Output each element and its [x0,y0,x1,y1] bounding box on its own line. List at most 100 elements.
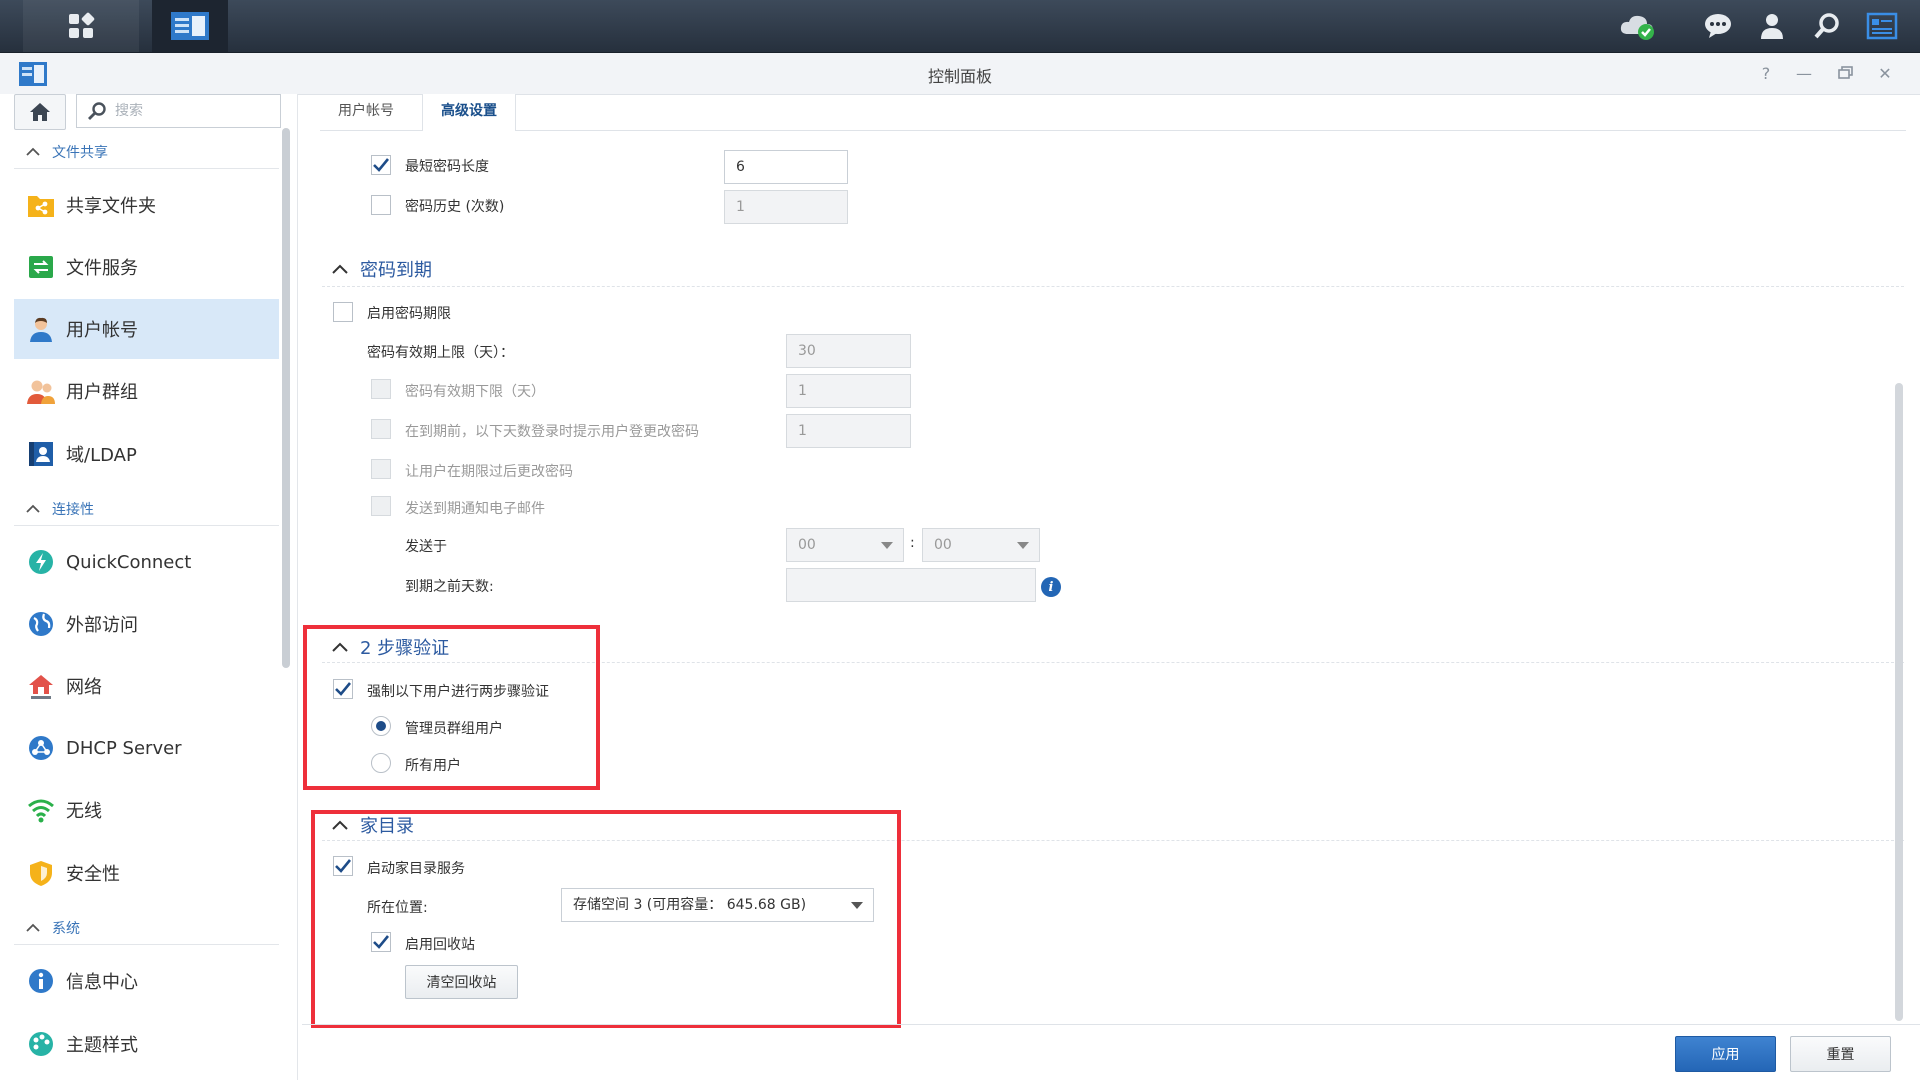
enable-expiry-checkbox[interactable] [333,302,353,322]
close-button[interactable]: ✕ [1873,61,1897,85]
dhcp-server-icon [26,733,56,763]
section-divider [14,944,279,945]
sidebar-item-label: 主题样式 [66,1035,138,1056]
security-icon [26,858,56,888]
max-days-field[interactable]: 30 [786,334,911,368]
widgets-button[interactable] [1860,0,1904,52]
min-length-checkbox[interactable] [371,155,391,175]
search-input[interactable] [113,102,267,120]
sidebar-item-domain-ldap[interactable]: 域/LDAP [14,424,279,484]
max-days-label: 密码有效期上限（天）： [367,345,514,361]
sidebar-item-label: QuickConnect [66,551,192,573]
search-icon [88,102,106,120]
messages-button[interactable] [1696,0,1740,52]
sidebar-item-user-group[interactable]: 用户群组 [14,361,279,421]
domain-ldap-icon [26,439,56,469]
hour-select[interactable]: 00 [786,528,904,562]
chat-bubble-icon [1705,14,1731,38]
history-label: 密码历史 (次数) [405,199,505,215]
chevron-up-icon [332,264,348,274]
sidebar-search [76,94,281,128]
expiry-section-title[interactable]: 密码到期 [332,256,432,282]
min-length-field[interactable]: 6 [724,150,848,184]
highlight-box-two-step [303,625,600,790]
section-connectivity[interactable]: 连接性 [26,499,94,519]
section-label: 系统 [52,921,80,937]
sidebar-item-label: DHCP Server [66,737,182,759]
search-icon [1814,13,1839,39]
min-days-field[interactable]: 1 [786,374,911,408]
user-menu-button[interactable] [1750,0,1794,52]
min-days-checkbox[interactable] [371,379,391,399]
tab-advanced-settings[interactable]: 高级设置 [422,94,516,131]
send-at-label: 发送于 [405,539,447,555]
notify-label: 在到期前，以下天数登录时提示用户登更改密码 [405,424,699,440]
cloud-sync-button[interactable] [1616,0,1660,52]
quickconnect-icon [26,547,56,577]
control-panel-icon [171,12,209,40]
reset-button[interactable]: 重置 [1790,1036,1891,1072]
file-services-icon [26,252,56,282]
allow-change-checkbox[interactable] [371,459,391,479]
sidebar-item-label: 用户帐号 [66,320,138,341]
minute-select[interactable]: 00 [922,528,1040,562]
sidebar-item-label: 外部访问 [66,615,138,636]
history-field[interactable]: 1 [724,190,848,224]
main-menu-button[interactable] [23,0,139,52]
apply-button[interactable]: 应用 [1675,1036,1776,1072]
content-scrollbar[interactable] [1895,383,1903,1021]
control-panel-taskbar-button[interactable] [152,0,228,52]
notify-checkbox[interactable] [371,419,391,439]
info-center-icon [26,966,56,996]
enable-expiry-label: 启用密码期限 [367,306,451,322]
info-icon[interactable]: i [1041,577,1061,597]
sidebar-item-file-services[interactable]: 文件服务 [14,237,279,297]
minimize-button[interactable]: — [1792,61,1816,85]
sidebar-scrollbar[interactable] [282,128,290,668]
wireless-icon [26,795,56,825]
days-before-field[interactable] [786,568,1036,602]
restore-button[interactable] [1834,61,1858,85]
sidebar-item-label: 用户群组 [66,382,138,403]
sidebar-item-info-center[interactable]: 信息中心 [14,951,279,1011]
taskbar [0,0,1920,53]
footer-divider [302,1024,1920,1025]
sidebar-item-label: 共享文件夹 [66,196,156,217]
min-days-label: 密码有效期下限（天） [405,384,545,400]
tab-user-account[interactable]: 用户帐号 [320,94,412,130]
checkmark-icon [373,158,389,172]
send-email-checkbox[interactable] [371,496,391,516]
sidebar-item-security[interactable]: 安全性 [14,843,279,903]
highlight-box-home-directory [311,810,901,1028]
section-divider [14,525,279,526]
sidebar-item-quickconnect[interactable]: QuickConnect [14,532,279,592]
window-titlebar: 控制面板 ? — ✕ [0,53,1920,95]
dropdown-arrow-icon [881,542,893,549]
minimize-icon: — [1796,63,1812,83]
help-icon: ? [1761,63,1771,83]
sidebar-item-external-access[interactable]: 外部访问 [14,594,279,654]
sidebar-item-user-account[interactable]: 用户帐号 [14,299,279,359]
home-button[interactable] [14,94,66,130]
sidebar-item-dhcp-server[interactable]: DHCP Server [14,718,279,778]
sidebar-item-theme[interactable]: 主题样式 [14,1014,279,1074]
sidebar-item-shared-folder[interactable]: 共享文件夹 [14,175,279,235]
help-button[interactable]: ? [1754,61,1778,85]
chevron-up-icon [26,923,40,932]
user-icon [1761,14,1783,39]
search-button[interactable] [1805,0,1849,52]
external-access-icon [26,609,56,639]
section-system[interactable]: 系统 [26,918,80,938]
minute-value: 00 [934,537,952,553]
section-file-sharing[interactable]: 文件共享 [26,142,108,162]
section-divider [14,168,279,169]
sidebar-item-network[interactable]: 网络 [14,656,279,716]
sidebar-item-label: 域/LDAP [66,445,137,466]
notify-days-field[interactable]: 1 [786,414,911,448]
user-account-icon [26,314,56,344]
home-icon [30,103,50,121]
history-checkbox[interactable] [371,195,391,215]
sidebar-item-label: 无线 [66,801,102,822]
widgets-icon [1866,12,1898,40]
sidebar-item-wireless[interactable]: 无线 [14,780,279,840]
